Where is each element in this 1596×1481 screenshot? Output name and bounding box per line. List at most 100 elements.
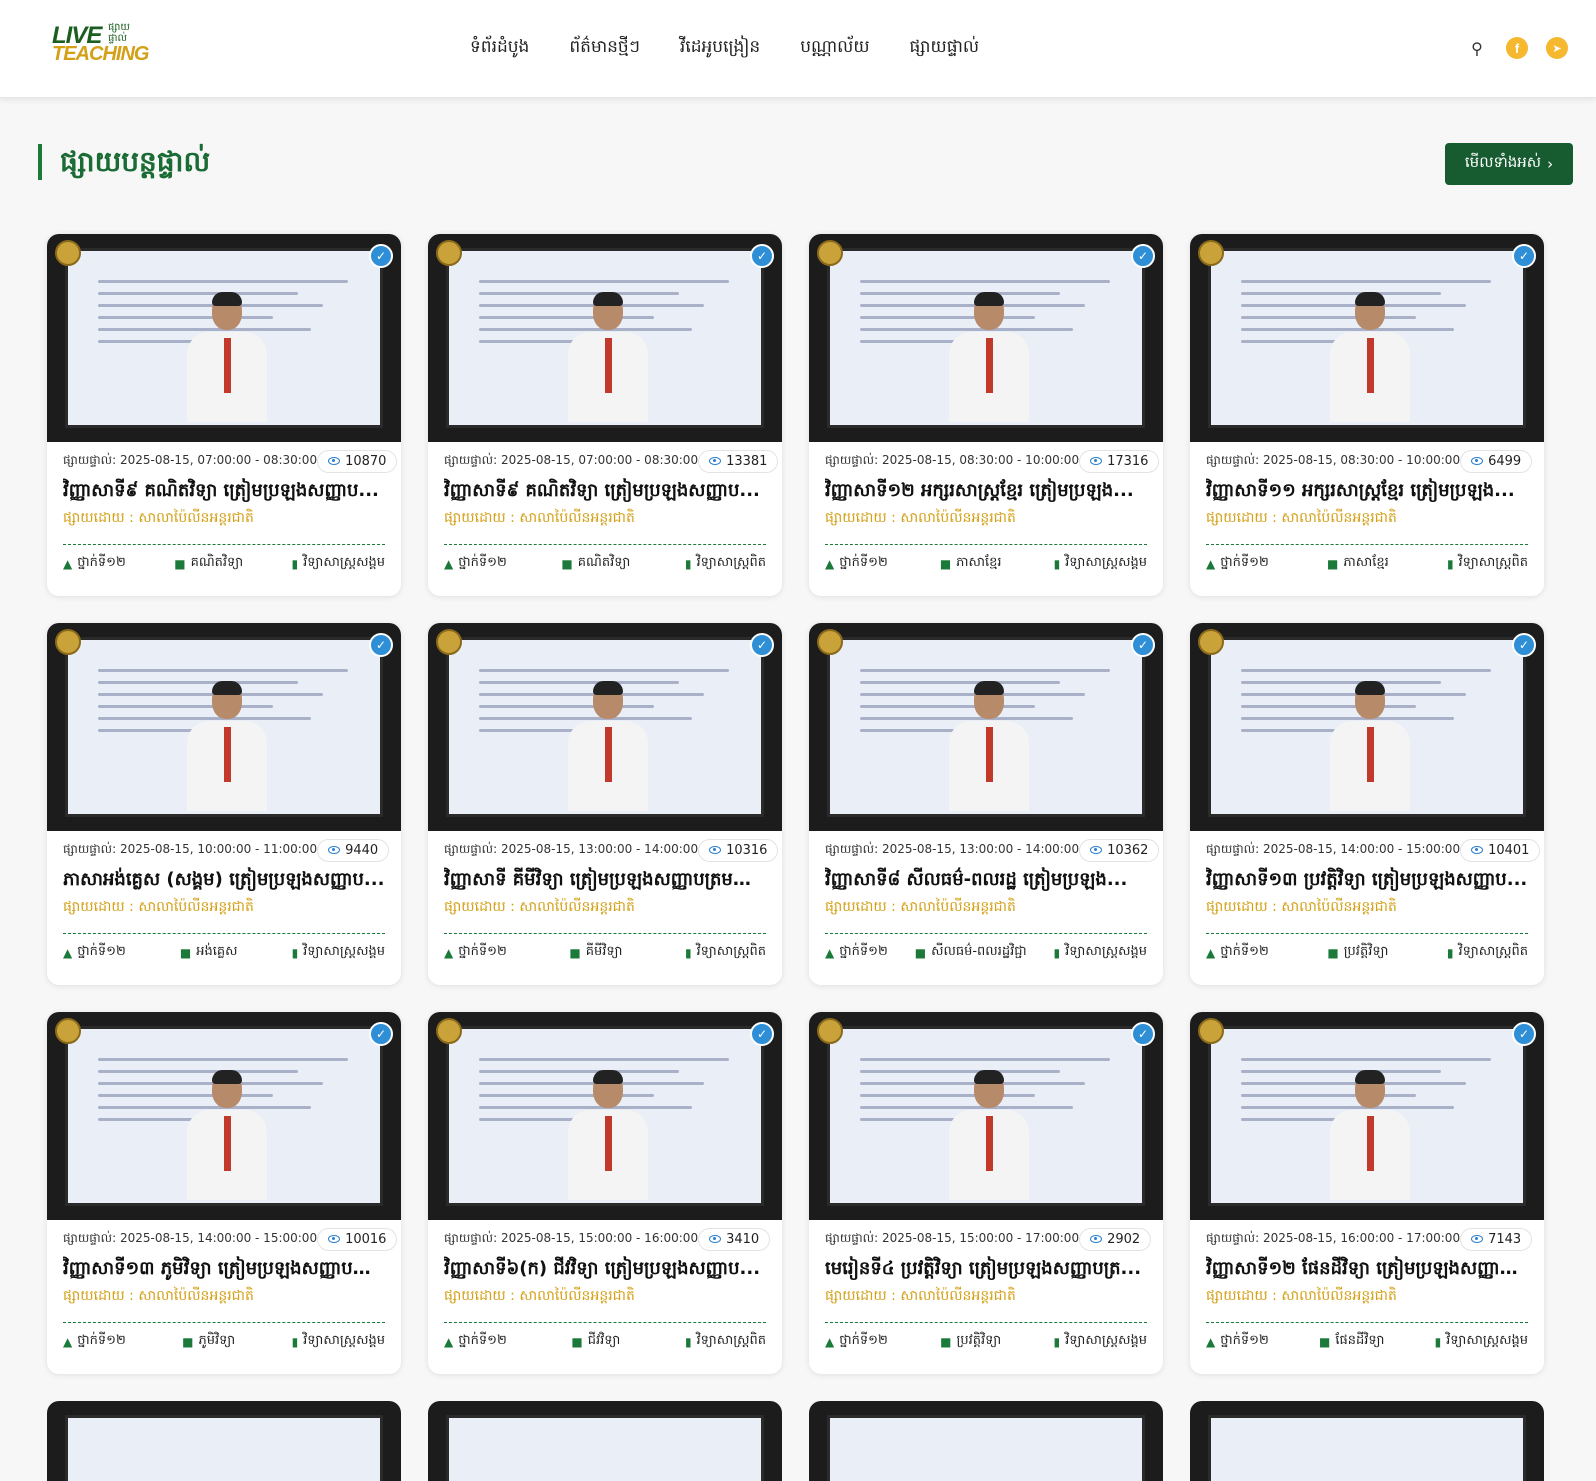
live-card[interactable]: ✓ ផ្សាយផ្ទាល់: 2025-08-15, 13:00:00 - 14…: [809, 623, 1163, 985]
live-card[interactable]: ✓ ផ្សាយផ្ទាល់: 2025-08-15, 08:30:00 - 10…: [809, 234, 1163, 596]
subject-label: ប្រវត្តិវិទ្យា: [956, 1333, 1002, 1348]
broadcast-time: ផ្សាយផ្ទាល់: 2025-08-15, 08:30:00 - 10:0…: [1206, 453, 1461, 467]
track-label: វិទ្យាសាស្ត្រសង្គម: [303, 1333, 385, 1348]
broadcast-time: ផ្សាយផ្ទាល់: 2025-08-15, 07:00:00 - 08:3…: [444, 453, 699, 467]
card-title[interactable]: វិញ្ញាសាទី១១ អក្សរសាស្ត្រខ្មែរ ត្រៀមប្រឡ…: [1206, 478, 1528, 505]
nav-home[interactable]: ទំព័រដំបូង: [470, 36, 529, 61]
live-card[interactable]: ✓ ផ្សាយផ្ទាល់: 2025-08-15, 14:00:00 - 15…: [1190, 623, 1544, 985]
video-thumbnail[interactable]: [428, 1401, 782, 1481]
grade-tag: ▲ ថ្នាក់ទី១២: [63, 943, 126, 962]
live-card[interactable]: ✓ ផ្សាយផ្ទាល់: 2025-08-15, 10:00:00 - 11…: [47, 623, 401, 985]
card-title[interactable]: វិញ្ញាសាទី១២ អក្សរសាស្ត្រខ្មែរ ត្រៀមប្រឡ…: [825, 478, 1147, 505]
subject-label: ភូមិវិទ្យា: [198, 1333, 236, 1348]
card-title[interactable]: វិញ្ញាសាទី៩ គណិតវិទ្យា ត្រៀមប្រឡងសញ្ញាប.…: [63, 478, 385, 505]
track-tag: ▮ វិទ្យាសាស្ត្រពិត: [685, 943, 766, 962]
live-card[interactable]: ✓ ផ្សាយផ្ទាល់: 2025-08-15, 07:00:00 - 08…: [428, 234, 782, 596]
subject-label: សីលធម៌-ពលរដ្ឋវិជ្ជា: [931, 944, 1027, 959]
card-title[interactable]: វិញ្ញាសាទី៨ សីលធម៌-ពលរដ្ឋ ត្រៀមប្រឡង...: [825, 867, 1147, 894]
view-count-value: 7143: [1488, 1231, 1522, 1247]
logo-khmer: ផ្សាយ ផ្ទាល់: [108, 22, 130, 44]
nav-news[interactable]: ព័ត៌មានថ្មីៗ: [569, 36, 640, 61]
book-icon: ▮: [1053, 945, 1061, 960]
track-label: វិទ្យាសាស្ត្រពិត: [696, 944, 766, 959]
verified-icon: ✓: [369, 633, 393, 657]
video-thumbnail[interactable]: ✓: [809, 234, 1163, 442]
view-all-button[interactable]: មើលទាំងអស់ ›: [1445, 143, 1573, 185]
view-count-value: 10016: [345, 1231, 387, 1247]
video-thumbnail[interactable]: ✓: [428, 234, 782, 442]
view-count: 10401: [1460, 838, 1541, 862]
video-thumbnail[interactable]: [47, 1401, 401, 1481]
facebook-icon[interactable]: f: [1506, 37, 1528, 59]
grade-label: ថ្នាក់ទី១២: [1220, 1333, 1269, 1348]
book-icon: ▮: [1053, 1334, 1061, 1349]
grade-label: ថ្នាក់ទី១២: [77, 944, 126, 959]
emblem-icon: [1198, 1018, 1224, 1044]
card-title[interactable]: វិញ្ញាសាទី៩ គណិតវិទ្យា ត្រៀមប្រឡងសញ្ញាប.…: [444, 478, 766, 505]
live-card[interactable]: ✓ ផ្សាយផ្ទាល់: 2025-08-15, 08:30:00 - 10…: [1190, 234, 1544, 596]
track-tag: ▮ វិទ្យាសាស្ត្រសង្គម: [1054, 1332, 1147, 1351]
view-all-label: មើលទាំងអស់: [1464, 153, 1542, 171]
video-thumbnail[interactable]: ✓: [428, 623, 782, 831]
eye-icon: [709, 457, 722, 465]
live-card[interactable]: ✓ ផ្សាយផ្ទាល់: 2025-08-15, 13:00:00 - 14…: [428, 623, 782, 985]
card-title[interactable]: វិញ្ញាសាទី១២ ផែនដីវិទ្យា ត្រៀមប្រឡងសញ្ញា…: [1206, 1256, 1528, 1283]
view-count-value: 6499: [1488, 453, 1522, 469]
track-label: វិទ្យាសាស្ត្រសង្គម: [303, 944, 385, 959]
video-thumbnail[interactable]: ✓: [809, 623, 1163, 831]
broadcast-time: ផ្សាយផ្ទាល់: 2025-08-15, 14:00:00 - 15:0…: [1206, 842, 1461, 856]
emblem-icon: [1198, 629, 1224, 655]
live-card[interactable]: ✓ ផ្សាយផ្ទាល់: 2025-08-15, 16:00:00 - 17…: [1190, 1012, 1544, 1374]
book-icon: ▮: [684, 556, 692, 571]
live-card[interactable]: ✓ ផ្សាយផ្ទាល់: 2025-08-15, 15:00:00 - 16…: [428, 1012, 782, 1374]
site-logo[interactable]: LIVE TEACHING ផ្សាយ ផ្ទាល់: [52, 22, 149, 70]
card-title[interactable]: ភាសាអង់គ្លេស (សង្គម) ត្រៀមប្រឡងសញ្ញាប...: [63, 867, 385, 894]
live-card[interactable]: ✓ ផ្សាយផ្ទាល់: 2025-08-15, 15:00:00 - 17…: [809, 1012, 1163, 1374]
eye-icon: [328, 457, 341, 465]
subject-label: ភាសាខ្មែរ: [1343, 555, 1389, 570]
telegram-icon[interactable]: ➤: [1546, 37, 1568, 59]
subject-icon: ■: [1327, 556, 1339, 571]
grade-label: ថ្នាក់ទី១២: [1220, 944, 1269, 959]
video-thumbnail[interactable]: ✓: [1190, 234, 1544, 442]
eye-icon: [1090, 846, 1103, 854]
divider: [63, 544, 385, 545]
grade-tag: ▲ ថ្នាក់ទី១២: [1206, 554, 1269, 573]
video-thumbnail[interactable]: ✓: [47, 234, 401, 442]
live-card[interactable]: ✓ ផ្សាយផ្ទាល់: 2025-08-15, 07:00:00 - 08…: [47, 234, 401, 596]
view-count-value: 10401: [1488, 842, 1530, 858]
card-tags: ▲ ថ្នាក់ទី១២ ■ អង់គ្លេស ▮ វិទ្យាសាស្ត្រសង្គ…: [63, 943, 385, 962]
video-thumbnail[interactable]: [1190, 1401, 1544, 1481]
subject-label: គីមីវិទ្យា: [585, 944, 623, 959]
eye-icon: [1090, 457, 1103, 465]
card-tags: ▲ ថ្នាក់ទី១២ ■ ប្រវត្តិវិទ្យា ▮ វិទ្យាសាស្ត…: [1206, 943, 1528, 962]
subject-label: ផែនដីវិទ្យា: [1335, 1333, 1385, 1348]
search-icon[interactable]: ⚲: [1466, 37, 1488, 59]
nav-library[interactable]: បណ្ណាល័យ: [800, 36, 869, 61]
subject-icon: ■: [1327, 945, 1339, 960]
subject-tag: ■ ភូមិវិទ្យា: [182, 1332, 235, 1351]
video-thumbnail[interactable]: ✓: [809, 1012, 1163, 1220]
nav-live[interactable]: ផ្សាយផ្ទាល់: [910, 36, 980, 61]
card-title[interactable]: វិញ្ញាសាទី១៣ ប្រវត្តិវិទ្យា ត្រៀមប្រឡងសញ…: [1206, 867, 1528, 894]
video-thumbnail[interactable]: ✓: [1190, 623, 1544, 831]
view-count: 3410: [698, 1227, 771, 1251]
video-thumbnail[interactable]: [809, 1401, 1163, 1481]
video-thumbnail[interactable]: ✓: [47, 1012, 401, 1220]
nav-videos[interactable]: វីដេអូបង្រៀន: [680, 36, 760, 61]
teacher-figure: [568, 292, 648, 422]
video-thumbnail[interactable]: ✓: [47, 623, 401, 831]
video-thumbnail[interactable]: ✓: [428, 1012, 782, 1220]
video-thumbnail[interactable]: ✓: [1190, 1012, 1544, 1220]
card-title[interactable]: វិញ្ញាសាទី៦(ក) ជីវវិទ្យា ត្រៀមប្រឡងសញ្ញា…: [444, 1256, 766, 1283]
card-title[interactable]: វិញ្ញាសាទី១៣ ភូមិវិទ្យា ត្រៀមប្រឡងសញ្ញាប…: [63, 1256, 385, 1283]
live-card[interactable]: ✓ ផ្សាយផ្ទាល់: 2025-08-15, 14:00:00 - 15…: [47, 1012, 401, 1374]
card-title[interactable]: មេរៀនទី៤ ប្រវត្តិវិទ្យា ត្រៀមប្រឡងសញ្ញាប…: [825, 1256, 1147, 1283]
graduation-cap-icon: ▲: [444, 556, 454, 571]
verified-icon: ✓: [750, 1022, 774, 1046]
view-count: 6499: [1460, 449, 1533, 473]
card-tags: ▲ ថ្នាក់ទី១២ ■ ភាសាខ្មែរ ▮ វិទ្យាសាស្ត្រពិត: [1206, 554, 1528, 573]
view-count: 13381: [698, 449, 779, 473]
card-title[interactable]: វិញ្ញាសាទី គីមីវិទ្យា ត្រៀមប្រឡងសញ្ញាបត្…: [444, 867, 766, 894]
grade-tag: ▲ ថ្នាក់ទី១២: [1206, 943, 1269, 962]
